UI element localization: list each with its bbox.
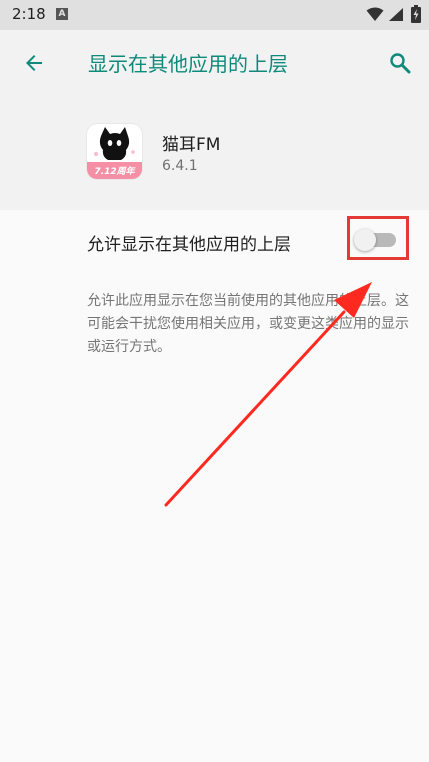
notification-icon: A xyxy=(56,8,68,20)
permission-description: 允许此应用显示在您当前使用的其他应用的上层。这可能会干扰您使用相关应用，或变更这… xyxy=(87,293,409,355)
arrow-left-icon[interactable] xyxy=(22,51,46,75)
permission-setting-row[interactable]: 允许显示在其他应用的上层 xyxy=(0,210,429,274)
battery-icon xyxy=(411,5,421,23)
app-icon-banner: 7.12周年 xyxy=(94,167,135,177)
permission-toggle-thumb[interactable] xyxy=(354,229,376,251)
permission-setting-label: 允许显示在其他应用的上层 xyxy=(87,235,291,255)
cat-logo-icon: 7.12周年 xyxy=(87,124,142,179)
app-header: 7.12周年 猫耳FM 6.4.1 xyxy=(0,96,429,210)
signal-icon xyxy=(389,8,403,21)
app-bar: 显示在其他应用的上层 xyxy=(0,30,429,96)
app-version: 6.4.1 xyxy=(162,158,198,174)
app-name: 猫耳FM xyxy=(162,135,221,155)
wifi-icon xyxy=(366,7,384,21)
page-title: 显示在其他应用的上层 xyxy=(88,52,288,76)
status-bar: 2:18 A xyxy=(0,0,429,30)
search-icon[interactable] xyxy=(388,51,412,75)
status-time: 2:18 xyxy=(12,5,46,23)
